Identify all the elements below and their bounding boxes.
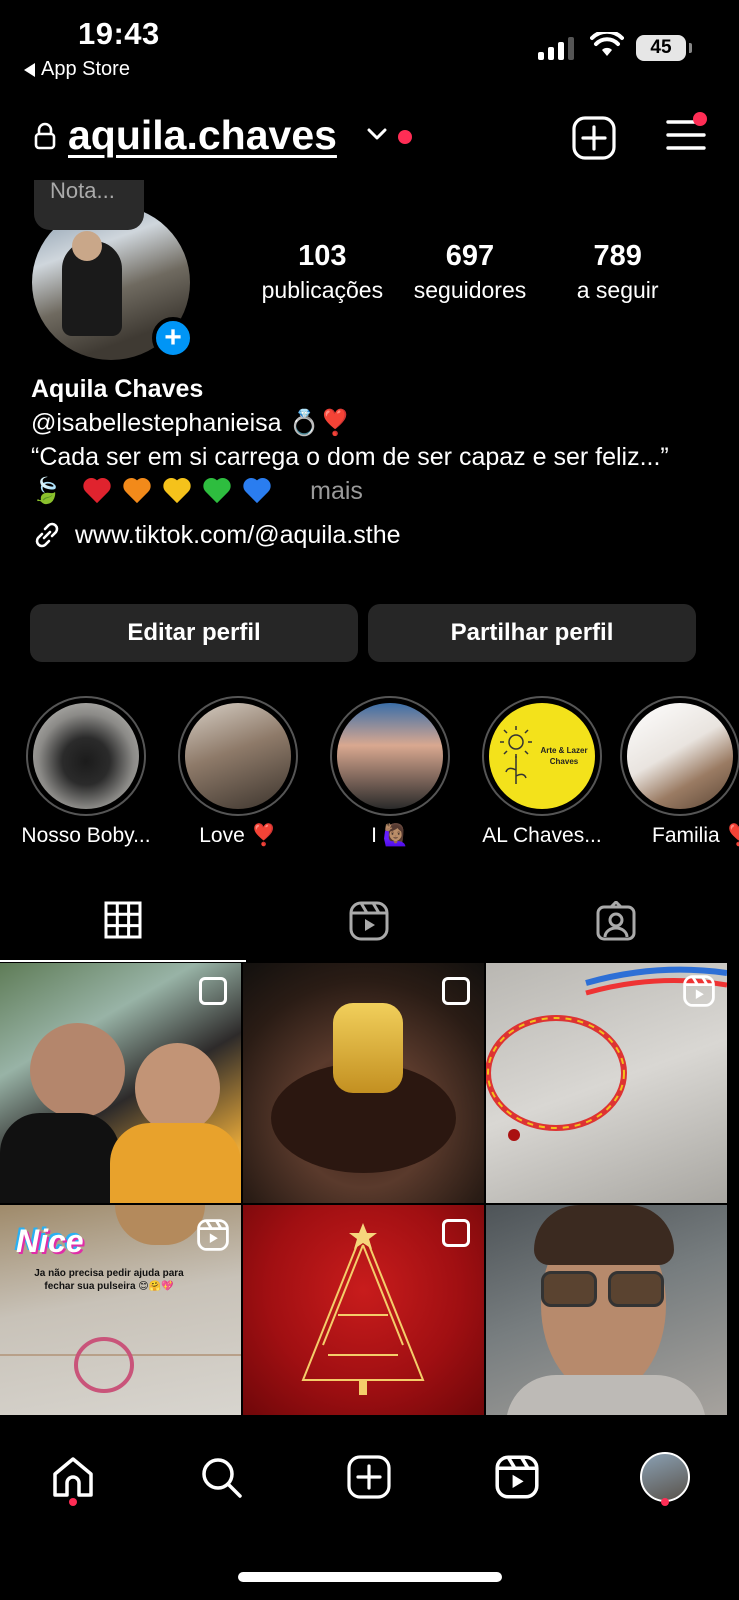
leaf-emoji: 🍃 [31,477,63,505]
stat-posts[interactable]: 103 publicações [250,240,395,304]
home-icon [53,1457,93,1497]
create-icon [347,1455,391,1499]
profile-notification-dot [661,1498,669,1506]
bio-link-text: www.tiktok.com/@aquila.sthe [75,521,401,549]
reels-icon [683,975,715,1007]
search-icon [202,1458,242,1498]
account-switcher-username[interactable]: aquila.chaves [68,112,337,159]
note-bubble[interactable]: Nota... [34,180,144,230]
post-thumbnail[interactable] [243,1205,484,1415]
tagged-icon [596,901,636,941]
tab-reels[interactable] [246,880,492,962]
blue-heart-icon [242,477,272,505]
highlight-label: AL Chaves... [482,824,602,847]
highlight-cover [185,703,291,809]
highlight-item[interactable]: I 🙋🏽‍♀️ [315,696,465,848]
back-to-app-store-link[interactable]: App Store [24,58,130,81]
lock-icon [34,122,56,150]
bio-handle[interactable]: @isabellestephanieisa 💍❣️ [31,406,711,440]
post-sticker-title: Nice [16,1223,84,1259]
highlight-label: Familia ❣️ [652,824,739,847]
note-placeholder: Nota... [50,178,115,203]
post-thumbnail[interactable] [243,963,484,1203]
reels-icon [495,1455,539,1499]
profile-content-tabs [0,880,739,962]
posts-grid: Nice Ja não precisa pedir ajuda para fec… [0,963,739,1415]
display-name: Aquila Chaves [31,375,204,403]
tab-tagged[interactable] [493,880,739,962]
stat-following-label: a seguir [576,277,659,303]
highlight-label: I 🙋🏽‍♀️ [371,824,409,847]
stat-posts-label: publicações [261,277,384,303]
highlight-item[interactable]: Familia ❣️ [619,696,739,848]
highlight-cover-text: Arte & Lazer Chaves [540,746,588,766]
bio-quote: “Cada ser em si carrega o dom de ser cap… [31,443,669,471]
stat-following-value: 789 [593,240,642,272]
chevron-down-icon[interactable] [366,126,388,142]
profile-header: aquila.chaves [0,108,739,168]
tab-posts-grid[interactable] [0,880,246,962]
cellular-signal-icon [538,36,574,60]
stat-followers-value: 697 [445,240,495,272]
stat-posts-value: 103 [298,240,347,272]
status-bar: 19:43 App Store 45 [0,0,739,90]
carousel-icon [442,977,470,1005]
red-heart-icon [82,477,112,505]
orange-heart-icon [122,477,152,505]
post-thumbnail[interactable] [0,963,241,1203]
menu-notification-dot [693,112,707,126]
reels-icon [349,901,389,941]
carousel-icon [442,1219,470,1247]
post-sticker-text: Ja não precisa pedir ajuda para fechar s… [34,1268,184,1292]
post-thumbnail[interactable]: Nice Ja não precisa pedir ajuda para fec… [0,1205,241,1415]
bio-more-link[interactable]: mais [310,474,363,508]
share-profile-button[interactable]: Partilhar perfil [368,604,696,662]
highlight-label: Nosso Boby... [21,824,151,847]
bio-link[interactable]: www.tiktok.com/@aquila.sthe [31,518,711,552]
link-icon [35,522,59,548]
home-indicator[interactable] [238,1572,502,1582]
yellow-heart-icon [162,477,192,505]
highlight-item[interactable]: Love ❣️ [163,696,313,848]
bio-emoji-row: 🍃 mais [31,474,711,508]
highlight-cover [33,703,139,809]
profile-bio: Aquila Chaves @isabellestephanieisa 💍❣️ … [31,372,711,552]
battery-indicator: 45 [636,35,692,61]
nav-create[interactable] [339,1447,399,1507]
stat-followers[interactable]: 697 seguidores [395,240,546,304]
add-story-plus-icon[interactable]: + [152,317,194,359]
stat-following[interactable]: 789 a seguir [545,240,690,304]
profile-stats: 103 publicações 697 seguidores 789 a seg… [250,240,690,304]
wifi-icon [590,32,624,56]
bracelet-image [0,1337,241,1393]
reels-icon [197,1219,229,1251]
sunflower-icon [500,726,532,784]
highlight-cover [337,703,443,809]
nav-search[interactable] [191,1447,251,1507]
story-highlights: Nosso Boby... Love ❣️ I 🙋🏽‍♀️ Arte & Laz… [0,696,739,856]
back-app-label: App Store [41,58,130,80]
highlight-cover: Arte & Lazer Chaves [489,703,595,809]
account-notification-dot [398,130,412,144]
back-triangle-icon [24,62,35,77]
post-thumbnail[interactable] [486,1205,727,1415]
status-time: 19:43 [78,16,160,51]
green-heart-icon [202,477,232,505]
edit-profile-button[interactable]: Editar perfil [30,604,358,662]
highlight-cover [627,703,733,809]
grid-icon [104,901,142,939]
highlight-item[interactable]: Arte & Lazer Chaves AL Chaves... [467,696,617,848]
profile-avatar-icon [640,1452,690,1502]
home-notification-dot [69,1498,77,1506]
highlight-label: Love ❣️ [199,824,277,847]
battery-level: 45 [650,37,672,58]
create-post-button[interactable] [572,116,616,160]
nav-reels[interactable] [487,1447,547,1507]
highlight-item[interactable]: Nosso Boby... [11,696,161,848]
carousel-icon [199,977,227,1005]
stat-followers-label: seguidores [413,277,527,303]
post-thumbnail[interactable] [486,963,727,1203]
